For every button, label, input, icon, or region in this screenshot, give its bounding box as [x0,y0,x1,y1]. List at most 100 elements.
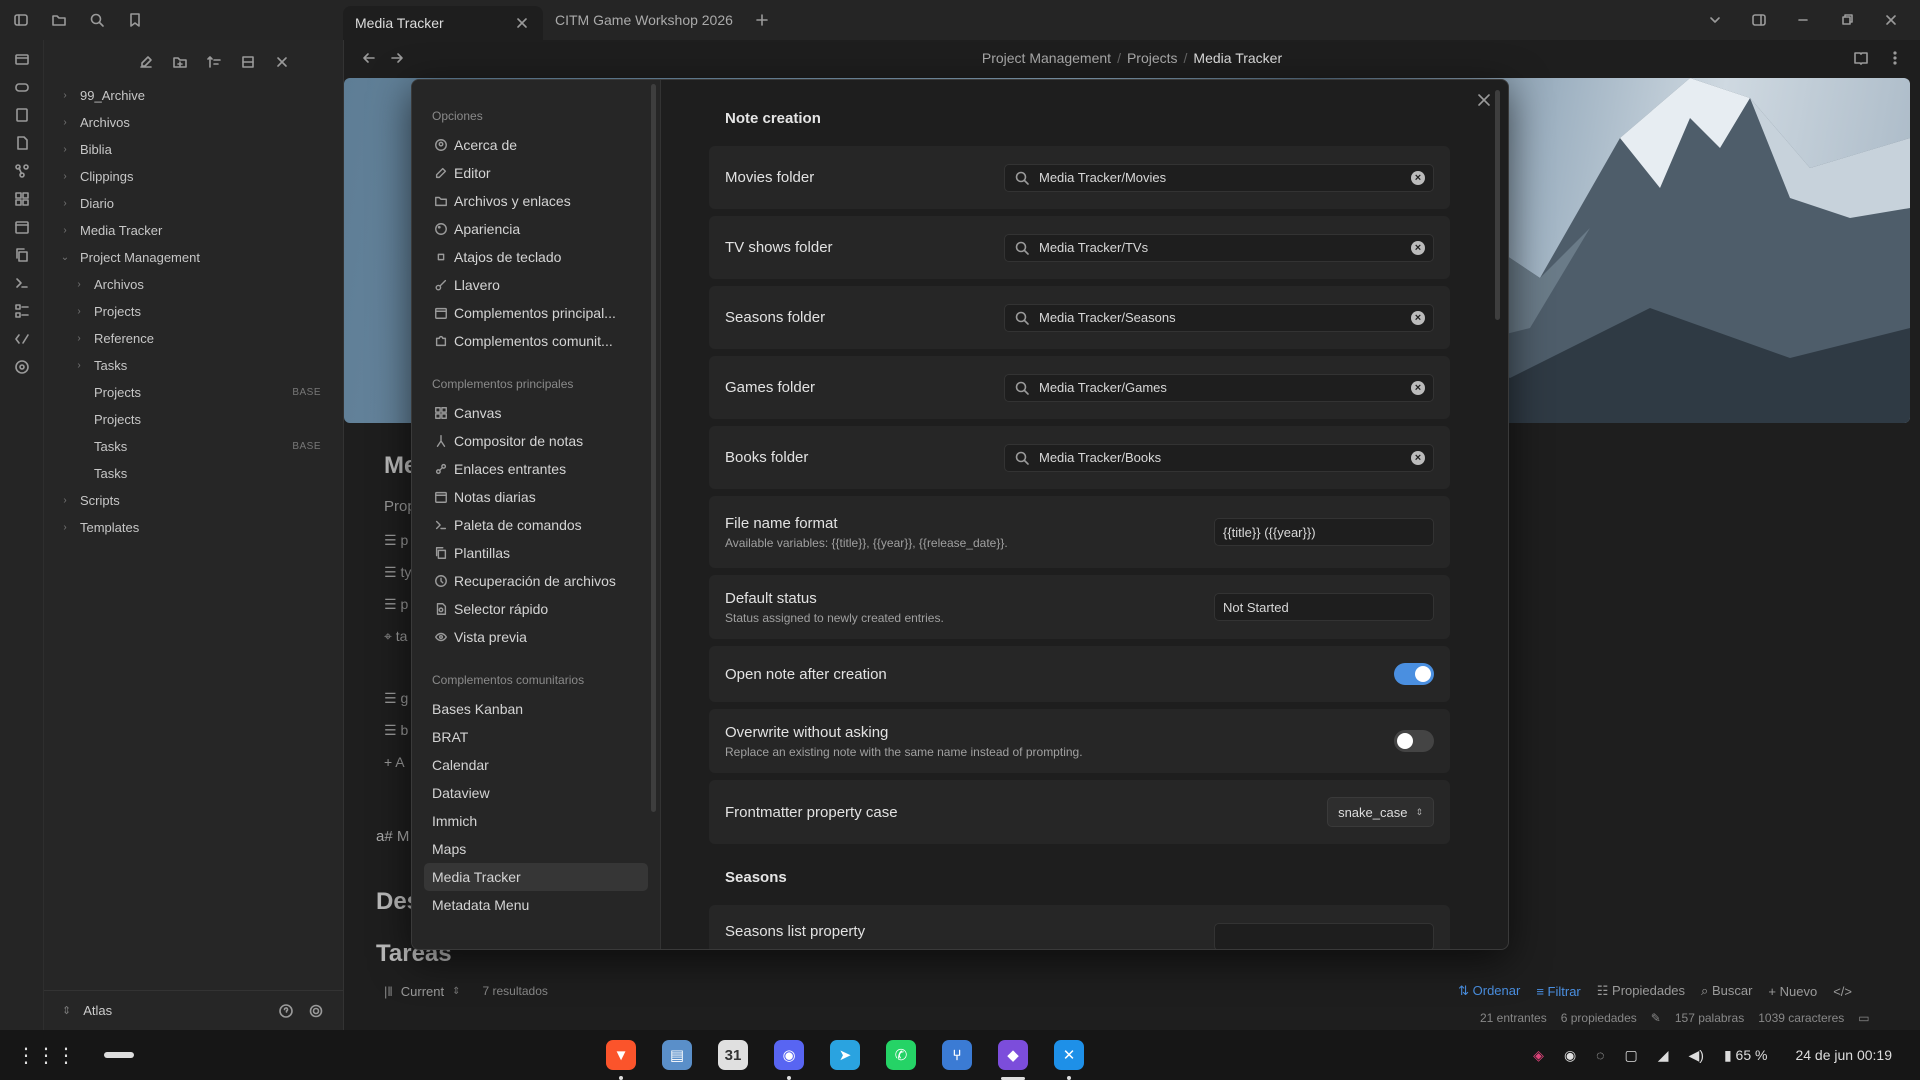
search-icon[interactable] [88,11,106,29]
folder-search-input[interactable]: Media Tracker/Movies × [1004,163,1434,192]
add-property-fragment[interactable]: + A [384,754,405,770]
document-icon[interactable] [13,134,31,152]
tree-item[interactable]: › Archivos [44,271,343,298]
chevron-down-icon[interactable] [1706,11,1724,29]
breadcrumb-item[interactable]: Projects [1127,50,1178,66]
wifi-icon[interactable]: ◢ [1658,1047,1669,1064]
close-tab-icon[interactable] [513,14,531,32]
clear-icon[interactable]: × [1411,240,1425,255]
gamepad-icon[interactable] [13,78,31,96]
list-icon[interactable] [13,302,31,320]
vault-switcher[interactable]: ⇕ Atlas [44,990,343,1030]
search-button[interactable]: ⌕ Buscar [1701,983,1752,999]
code-icon[interactable]: </> [1833,984,1852,999]
nav-item[interactable]: Complementos principal... [424,299,648,327]
sync-icon[interactable]: ▭ [1858,1011,1869,1025]
close-window-icon[interactable] [1882,11,1900,29]
clear-icon[interactable]: × [1411,310,1425,325]
tree-item[interactable]: › 99_Archive [44,82,343,109]
files-icon[interactable]: ▤ [662,1040,692,1070]
help-icon[interactable] [277,1002,295,1020]
book-icon[interactable] [13,106,31,124]
tree-item[interactable]: › Biblia [44,136,343,163]
view-selector[interactable]: |‖ Current ⇕ [384,984,461,999]
nav-item[interactable]: Canvas [424,399,648,427]
sort-button[interactable]: ⇅ Ordenar [1458,983,1520,999]
right-sidebar-icon[interactable] [1750,11,1768,29]
graph-icon[interactable] [13,162,31,180]
nav-item[interactable]: Enlaces entrantes [424,455,648,483]
pencil-icon[interactable]: ✎ [1651,1011,1661,1025]
nav-item[interactable]: Apariencia [424,215,648,243]
whatsapp-icon[interactable]: ✆ [886,1040,916,1070]
tree-item[interactable]: › Archivos [44,109,343,136]
games-icon[interactable] [13,50,31,68]
seasons-list-input[interactable] [1214,923,1434,949]
nav-item[interactable]: Editor [424,159,648,187]
nav-item[interactable]: Notas diarias [424,483,648,511]
clock[interactable]: 24 de jun 00:19 [1795,1047,1892,1063]
close-icon[interactable] [1474,90,1494,110]
nav-item[interactable]: Selector rápido [424,595,648,623]
tree-item[interactable]: › Media Tracker [44,217,343,244]
breadcrumb-item[interactable]: Project Management [982,50,1111,66]
tree-item[interactable]: ⌄ Project Management [44,244,343,271]
nav-item[interactable]: Calendar [424,751,648,779]
clear-icon[interactable]: × [1411,450,1425,465]
tree-item[interactable]: › Templates [44,514,343,541]
overwrite-toggle[interactable] [1394,730,1434,752]
nav-item[interactable]: Recuperación de archivos [424,567,648,595]
nav-item[interactable]: Bases Kanban [424,695,648,723]
file-name-format-input[interactable]: {{title}} ({{year}}) [1214,518,1434,546]
new-folder-icon[interactable] [171,53,189,71]
clipboard-icon[interactable]: ▢ [1625,1047,1638,1064]
folder-search-input[interactable]: Media Tracker/TVs × [1004,233,1434,262]
tree-item[interactable]: Tasks [44,460,343,487]
vscode-icon[interactable]: ✕ [1054,1040,1084,1080]
nav-item[interactable]: Atajos de teclado [424,243,648,271]
gear-icon[interactable] [307,1002,325,1020]
smile-icon[interactable] [13,358,31,376]
minimize-icon[interactable] [1794,11,1812,29]
tab-citm-workshop[interactable]: CITM Game Workshop 2026 [543,0,753,40]
restore-icon[interactable] [1838,11,1856,29]
content-scrollbar[interactable] [1495,90,1500,320]
collapse-icon[interactable] [239,53,257,71]
calendar-icon[interactable] [13,218,31,236]
nav-item[interactable]: BRAT [424,723,648,751]
breadcrumb-item[interactable]: Media Tracker [1193,50,1282,66]
new-button[interactable]: + Nuevo [1768,984,1817,999]
nav-item[interactable]: Complementos comunit... [424,327,648,355]
terminal-icon[interactable] [13,274,31,292]
nav-item[interactable]: Plantillas [424,539,648,567]
nav-item[interactable]: Acerca de [424,131,648,159]
properties-button[interactable]: ☷ Propiedades [1597,983,1685,999]
tree-item[interactable]: Tasks BASE [44,433,343,460]
nav-item[interactable]: Archivos y enlaces [424,187,648,215]
folder-search-input[interactable]: Media Tracker/Games × [1004,373,1434,402]
copy-icon[interactable] [13,246,31,264]
nav-scrollbar[interactable] [651,84,656,812]
discord-tray-icon[interactable]: ◉ [1564,1047,1576,1064]
open-after-toggle[interactable] [1394,663,1434,685]
git-icon[interactable]: ⑂ [942,1040,972,1070]
folder-search-input[interactable]: Media Tracker/Books × [1004,443,1434,472]
folder-icon[interactable] [50,11,68,29]
nav-item[interactable]: Dataview [424,779,648,807]
tree-item[interactable]: › Tasks [44,352,343,379]
battery-indicator[interactable]: ▮ 65 % [1724,1047,1768,1064]
workspace-indicator[interactable] [104,1052,134,1058]
tab-media-tracker[interactable]: Media Tracker [343,6,543,40]
tree-item[interactable]: › Scripts [44,487,343,514]
nav-item[interactable]: Metadata Menu [424,891,648,919]
folder-search-input[interactable]: Media Tracker/Seasons × [1004,303,1434,332]
code-percent-icon[interactable] [13,330,31,348]
sort-icon[interactable] [205,53,223,71]
close-icon[interactable] [273,53,291,71]
new-tab-icon[interactable] [753,11,771,29]
sidebar-toggle-icon[interactable] [12,11,30,29]
telegram-icon[interactable]: ➤ [830,1040,860,1070]
property-case-dropdown[interactable]: snake_case ⇕ [1327,797,1434,827]
new-note-icon[interactable] [137,53,155,71]
canvas-icon[interactable] [13,190,31,208]
